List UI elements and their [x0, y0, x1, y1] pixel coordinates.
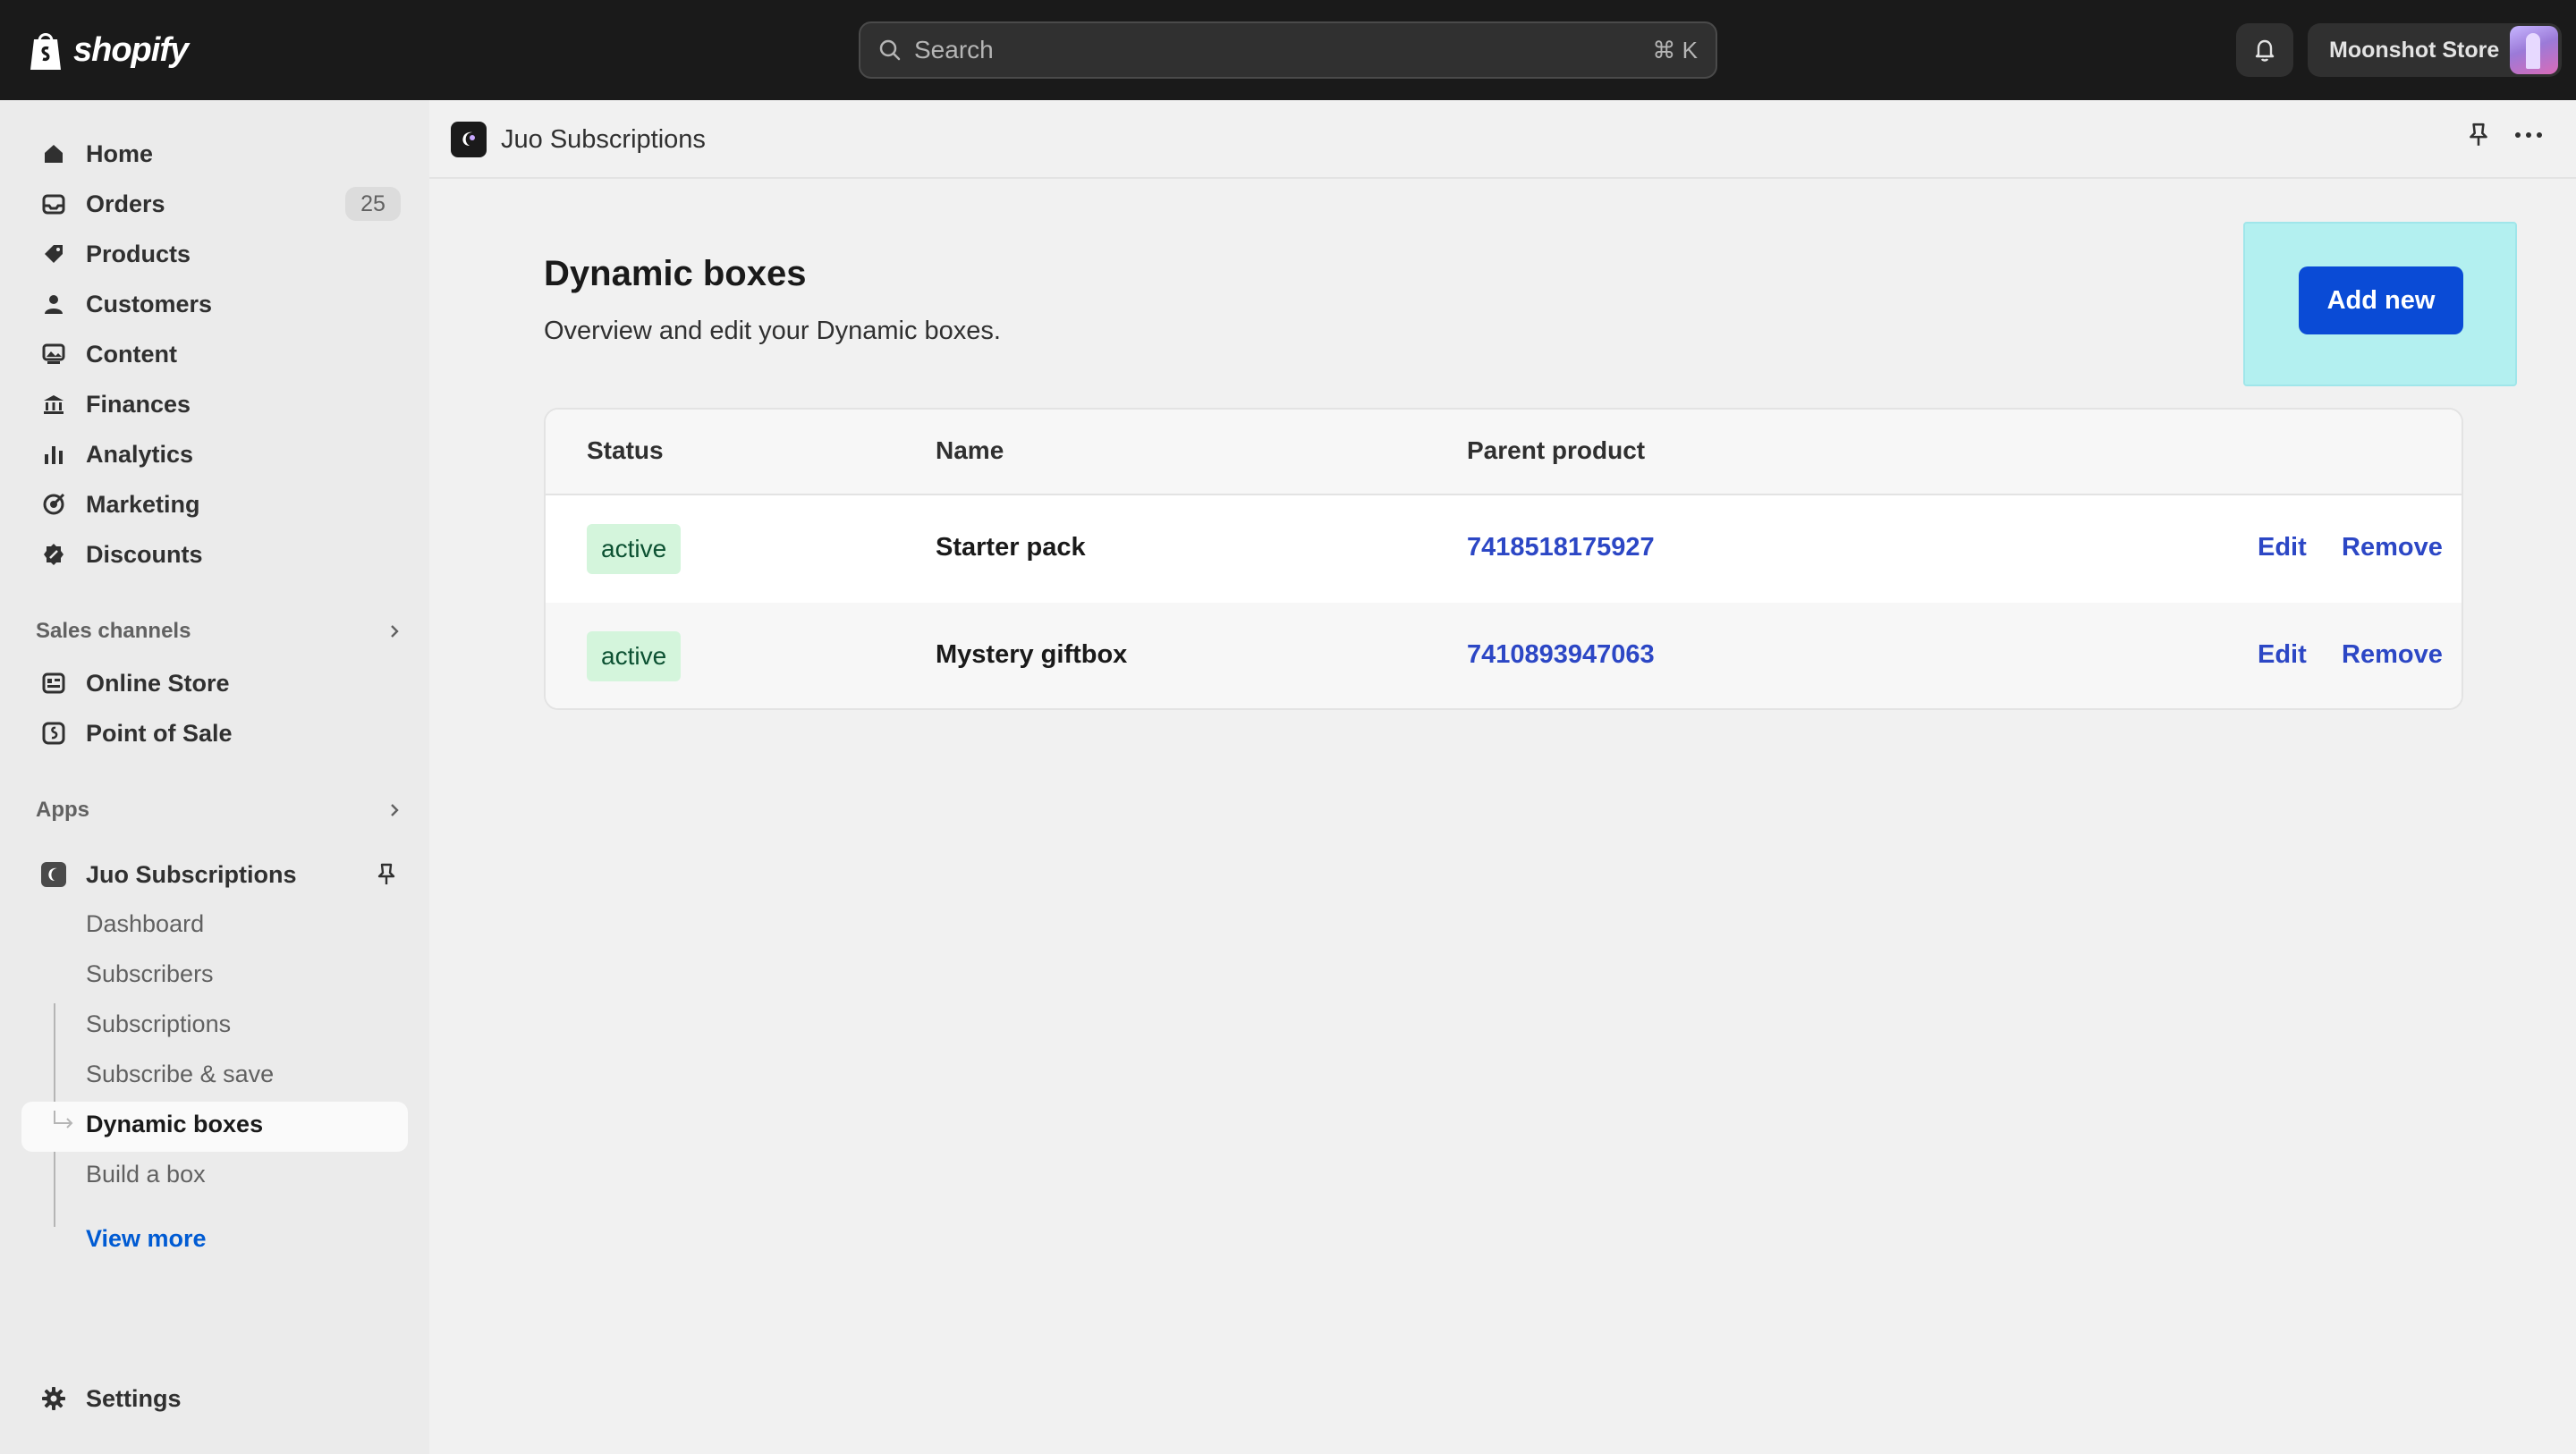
sidebar-item-home[interactable]: Home: [21, 129, 408, 179]
top-bar: shopify Search ⌘ K Moonshot Store: [0, 0, 2576, 100]
search-icon: [879, 39, 901, 61]
search-placeholder: Search: [914, 36, 994, 63]
table-row: active Mystery giftbox 7410893947063 Edi…: [546, 603, 2462, 708]
sidebar-item-label: Marketing: [86, 490, 200, 518]
pin-icon: [2470, 123, 2487, 146]
remove-button[interactable]: Remove: [2342, 640, 2443, 670]
sidebar-item-juo-subscriptions[interactable]: Juo Subscriptions: [21, 850, 408, 900]
store-menu-button[interactable]: Moonshot Store: [2308, 23, 2562, 77]
orders-count-badge: 25: [345, 187, 401, 221]
sales-channels-header[interactable]: Sales channels: [36, 613, 402, 649]
sidebar-item-label: Home: [86, 139, 154, 167]
sidebar-item-online-store[interactable]: Online Store: [21, 658, 408, 708]
sidebar-item-label: Juo Subscriptions: [86, 860, 297, 888]
column-header-parent-product: Parent product: [1467, 436, 1646, 464]
box-name: Mystery giftbox: [936, 640, 1128, 669]
app-title: Juo Subscriptions: [501, 125, 706, 154]
edit-button[interactable]: Edit: [2258, 640, 2307, 670]
logo-text: shopify: [73, 30, 189, 69]
store-name: Moonshot Store: [2329, 37, 2500, 63]
page-subtitle: Overview and edit your Dynamic boxes.: [544, 317, 1001, 345]
column-header-status: Status: [587, 436, 664, 464]
more-actions-button[interactable]: [2513, 122, 2544, 153]
target-icon: [39, 490, 68, 519]
chevron-right-icon: [391, 804, 399, 816]
edit-button[interactable]: Edit: [2258, 533, 2307, 562]
notifications-button[interactable]: [2236, 23, 2293, 77]
more-horizontal-icon: [2515, 132, 2542, 138]
sidebar-subitem-subscribers[interactable]: Subscribers: [86, 960, 214, 988]
sidebar-subitem-subscriptions[interactable]: Subscriptions: [86, 1010, 231, 1038]
tree-arrow-icon: [54, 1111, 73, 1129]
pos-icon: [39, 719, 68, 748]
bank-icon: [39, 390, 68, 418]
table-header: Status Name Parent product: [546, 410, 2462, 495]
discount-icon: [39, 540, 68, 569]
juo-app-icon: [451, 122, 487, 157]
search-shortcut: ⌘ K: [1652, 36, 1698, 63]
sidebar-subitem-build-a-box[interactable]: Build a box: [86, 1161, 206, 1188]
table-row: active Starter pack 7418518175927 Edit R…: [546, 495, 2462, 603]
sidebar-subitem-dashboard[interactable]: Dashboard: [86, 910, 204, 938]
view-more-link[interactable]: View more: [86, 1225, 207, 1253]
sidebar-item-label: Products: [86, 240, 191, 267]
box-name: Starter pack: [936, 533, 1086, 562]
shopify-logo[interactable]: shopify: [27, 25, 189, 75]
sidebar-item-analytics[interactable]: Analytics: [21, 429, 408, 479]
apps-header[interactable]: Apps: [36, 792, 402, 828]
status-badge: active: [587, 631, 682, 681]
dynamic-boxes-table: Status Name Parent product active Starte…: [544, 408, 2463, 710]
sidebar-item-label: Analytics: [86, 440, 194, 468]
section-title: Apps: [36, 798, 89, 822]
sidebar-item-discounts[interactable]: Discounts: [21, 529, 408, 579]
page-title: Dynamic boxes: [544, 254, 807, 293]
juo-app-icon: [39, 860, 68, 889]
sidebar-item-label: Orders: [86, 190, 165, 217]
sidebar-item-label: Customers: [86, 290, 213, 317]
parent-product-link[interactable]: 7410893947063: [1467, 640, 1655, 670]
gear-icon: [39, 1384, 68, 1413]
pin-icon[interactable]: [374, 862, 399, 892]
home-icon: [39, 139, 68, 168]
sidebar-item-label: Online Store: [86, 669, 230, 697]
sidebar-subitem-subscribe-save[interactable]: Subscribe & save: [86, 1061, 274, 1088]
store-icon: [39, 669, 68, 697]
remove-button[interactable]: Remove: [2342, 533, 2443, 562]
sidebar-item-finances[interactable]: Finances: [21, 379, 408, 429]
tag-icon: [39, 240, 68, 268]
avatar: [2510, 26, 2558, 74]
sidebar-item-products[interactable]: Products: [21, 229, 408, 279]
search-input[interactable]: Search ⌘ K: [859, 21, 1717, 79]
sidebar-item-point-of-sale[interactable]: Point of Sale: [21, 708, 408, 758]
app-title-bar: Juo Subscriptions: [429, 100, 2576, 179]
sidebar-item-customers[interactable]: Customers: [21, 279, 408, 329]
sidebar-subitem-dynamic-boxes[interactable]: Dynamic boxes: [86, 1111, 263, 1138]
column-header-name: Name: [936, 436, 1004, 464]
sidebar-item-label: Discounts: [86, 540, 203, 568]
section-title: Sales channels: [36, 619, 191, 643]
sidebar-item-settings[interactable]: Settings: [21, 1374, 408, 1424]
person-icon: [39, 290, 68, 318]
add-new-button[interactable]: Add new: [2299, 266, 2463, 334]
sidebar-item-label: Point of Sale: [86, 719, 233, 747]
status-badge: active: [587, 524, 682, 574]
shopify-bag-icon: [30, 33, 61, 70]
bar-chart-icon: [39, 440, 68, 469]
sidebar: Home Orders 25 Products Customers Conten…: [0, 100, 429, 1454]
parent-product-link[interactable]: 7418518175927: [1467, 533, 1655, 562]
image-icon: [39, 340, 68, 368]
sidebar-item-marketing[interactable]: Marketing: [21, 479, 408, 529]
inbox-icon: [39, 190, 68, 218]
sidebar-item-label: Settings: [86, 1384, 182, 1412]
sidebar-item-orders[interactable]: Orders 25: [21, 179, 408, 229]
pin-app-button[interactable]: [2465, 122, 2492, 153]
sidebar-item-content[interactable]: Content: [21, 329, 408, 379]
chevron-right-icon: [391, 625, 399, 638]
sidebar-item-label: Finances: [86, 390, 191, 418]
sidebar-item-label: Content: [86, 340, 177, 368]
bell-icon: [2255, 39, 2275, 62]
add-new-highlight: Add new: [2243, 222, 2517, 386]
